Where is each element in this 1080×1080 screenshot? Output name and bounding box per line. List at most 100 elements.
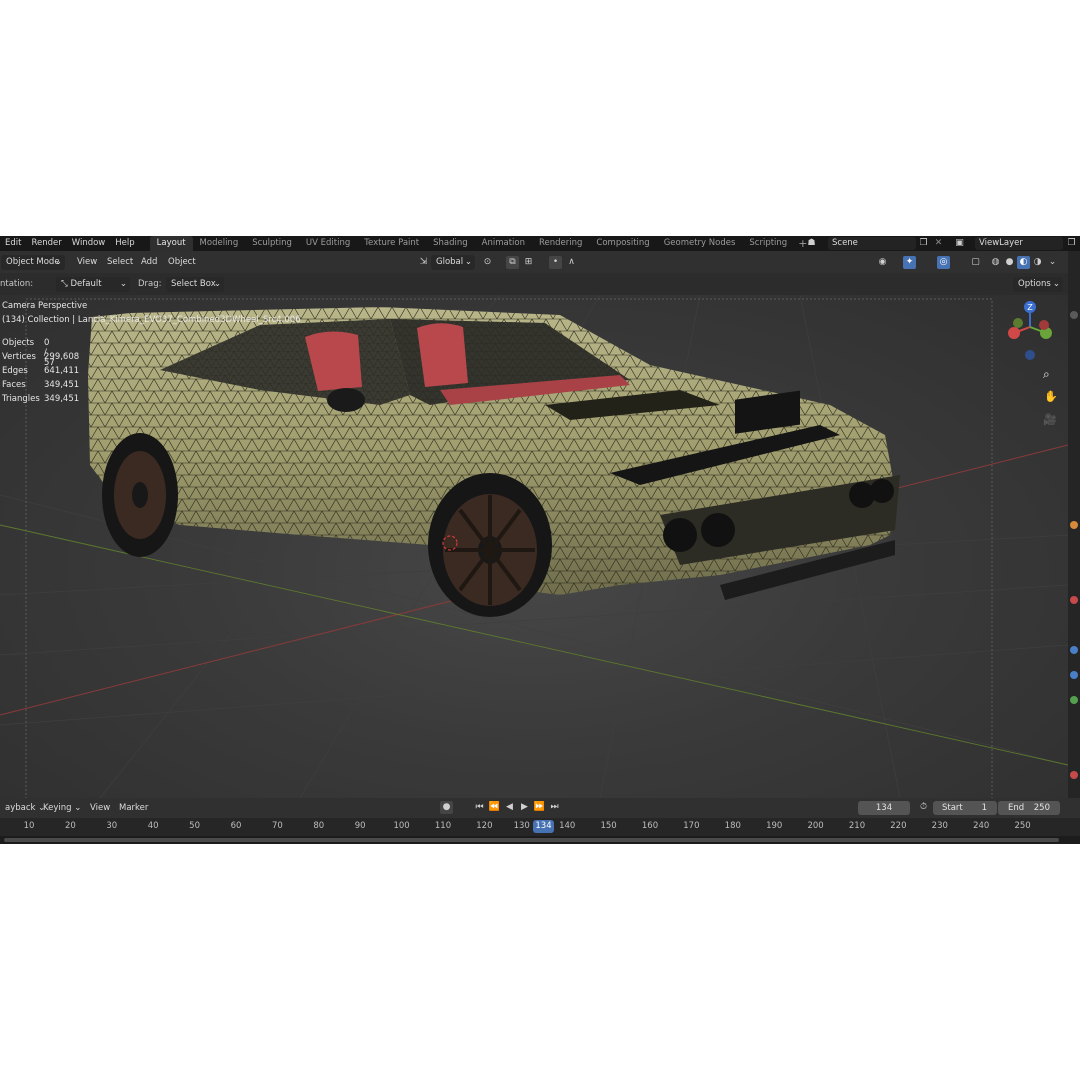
options-dropdown[interactable]: Options ⌄ [1013, 277, 1063, 292]
playback-label: ayback [5, 803, 36, 813]
tab-geometry-nodes[interactable]: Geometry Nodes [657, 236, 743, 251]
zoom-icon[interactable]: ⌕ [1043, 367, 1050, 382]
visibility-icon[interactable]: ◉ [876, 256, 889, 269]
frame-tick: 40 [147, 821, 159, 831]
frame-tick: 250 [1014, 821, 1031, 831]
tab-modeling[interactable]: Modeling [193, 236, 246, 251]
physics-icon[interactable] [1070, 646, 1078, 654]
view-layer-name: ViewLayer [979, 238, 1023, 248]
tab-layout[interactable]: Layout [149, 236, 193, 251]
view-menu[interactable]: View [72, 255, 102, 270]
frame-tick: 30 [106, 821, 118, 831]
add-menu[interactable]: Add [136, 255, 162, 270]
view-layer-selector[interactable]: ViewLayer [975, 237, 1063, 250]
prev-keyframe-icon[interactable]: ⏪ [488, 801, 501, 814]
transform-orientation-icon[interactable]: ⇲ [417, 256, 430, 269]
modifier-icon[interactable] [1070, 521, 1078, 529]
gizmo-neg-x-handle [1039, 320, 1049, 330]
delete-scene-icon[interactable]: ✕ [933, 238, 944, 249]
stat-label: Faces [2, 380, 26, 390]
object-menu[interactable]: Object [163, 255, 201, 270]
tab-compositing[interactable]: Compositing [589, 236, 656, 251]
pan-hand-icon[interactable]: ✋ [1044, 390, 1058, 403]
stat-label: Vertices [2, 352, 36, 362]
stat-objects: Objects 0 / 57 [2, 338, 55, 368]
data-icon[interactable] [1070, 696, 1078, 704]
tab-rendering[interactable]: Rendering [532, 236, 589, 251]
navigation-gizmo[interactable]: Z [1000, 297, 1060, 361]
overlay-icon[interactable]: ◎ [937, 256, 950, 269]
snap-target-icon[interactable]: ⊞ [522, 256, 535, 269]
gizmo-neg-y-handle [1013, 318, 1023, 328]
end-frame-field[interactable]: End 250 [998, 801, 1060, 815]
properties-icon[interactable] [1070, 311, 1078, 319]
menu-help[interactable]: Help [110, 236, 139, 251]
frame-tick: 210 [848, 821, 866, 831]
transform-axes-icon: ⤡ [61, 279, 71, 289]
start-frame-field[interactable]: Start 1 [933, 801, 997, 815]
falloff-icon[interactable]: ∧ [565, 256, 578, 269]
record-icon[interactable]: ● [440, 801, 453, 814]
orientation-dropdown[interactable]: ⤡ Default ⌄ [56, 277, 130, 292]
frame-tick: 240 [973, 821, 990, 831]
rendered-shading-icon[interactable]: ◑ [1031, 256, 1044, 269]
stat-label: Edges [2, 366, 28, 376]
tab-sculpting[interactable]: Sculpting [245, 236, 299, 251]
shading-options-icon[interactable]: ⌄ [1046, 256, 1059, 269]
xray-icon[interactable]: ▢ [969, 256, 982, 269]
keying-menu[interactable]: Keying ⌄ [38, 801, 86, 816]
transform-orientation-dropdown[interactable]: Global ⌄ [431, 255, 475, 270]
view-layer-icon[interactable]: ▣ [954, 238, 965, 249]
tool-settings-bar: ntation: ⤡ Default ⌄ Drag: Select Box ⌄ Op… [0, 273, 1080, 295]
stat-label: Triangles [2, 394, 40, 404]
menu-window[interactable]: Window [67, 236, 111, 251]
timeline-ruler[interactable]: 250 240 230 220 210 200 190 180 170 160 150 140 130 1… [0, 818, 1080, 836]
camera-view-icon[interactable]: 🎥 [1043, 413, 1057, 426]
proportional-edit-icon[interactable]: • [549, 256, 562, 269]
scene-icon[interactable]: ☗ [806, 238, 817, 249]
gizmo-neg-z-handle [1025, 350, 1035, 360]
new-scene-icon[interactable]: ❐ [918, 238, 929, 249]
marker-menu[interactable]: Marker [114, 801, 153, 816]
material-shading-icon[interactable]: ◐ [1017, 256, 1030, 269]
chevron-down-icon: ⌄ [54, 257, 62, 267]
next-keyframe-icon[interactable]: ⏩ [533, 801, 546, 814]
scrollbar-thumb[interactable] [4, 838, 1059, 842]
3d-viewport[interactable]: Camera Perspective (134) Collection | La… [0, 295, 1068, 798]
jump-start-icon[interactable]: ⏮ [473, 801, 486, 814]
tab-uv-editing[interactable]: UV Editing [299, 236, 357, 251]
play-reverse-icon[interactable]: ◀ [503, 801, 516, 814]
frame-tick: 80 [313, 821, 325, 831]
play-icon[interactable]: ▶ [518, 801, 531, 814]
gizmo-icon[interactable]: ✦ [903, 256, 916, 269]
drag-dropdown[interactable]: Select Box ⌄ [166, 277, 224, 292]
tab-texture-paint[interactable]: Texture Paint [357, 236, 426, 251]
pivot-point-icon[interactable]: ⊙ [481, 256, 494, 269]
constraints-icon[interactable] [1070, 671, 1078, 679]
timeline-view-menu[interactable]: View [85, 801, 115, 816]
scene-selector[interactable]: Scene [828, 237, 916, 250]
timeline-scrollbar[interactable] [0, 836, 1080, 844]
tab-animation[interactable]: Animation [475, 236, 532, 251]
clock-icon[interactable]: ⏱ [917, 801, 930, 814]
mode-dropdown[interactable]: Object Mode ⌄ [1, 255, 65, 270]
tab-shading[interactable]: Shading [426, 236, 475, 251]
tab-scripting[interactable]: Scripting [742, 236, 794, 251]
texture-icon[interactable] [1070, 771, 1078, 779]
material-icon[interactable] [1070, 596, 1078, 604]
camera-perspective-label: Camera Perspective [2, 301, 88, 311]
menu-edit[interactable]: Edit [0, 236, 26, 251]
menu-render[interactable]: Render [26, 236, 66, 251]
frame-tick: 110 [434, 821, 452, 831]
wireframe-shading-icon[interactable]: ◍ [989, 256, 1002, 269]
solid-shading-icon[interactable]: ● [1003, 256, 1016, 269]
snap-icon[interactable]: ⧉ [506, 256, 519, 269]
stat-edges: Edges 641,411 [2, 366, 79, 376]
playhead-frame-indicator[interactable]: 134 [533, 820, 554, 833]
new-view-layer-icon[interactable]: ❐ [1066, 238, 1077, 249]
frame-tick: 200 [807, 821, 824, 831]
select-menu[interactable]: Select [102, 255, 138, 270]
current-frame-field[interactable]: 134 [858, 801, 910, 815]
jump-end-icon[interactable]: ⏭ [548, 801, 561, 814]
end-label: End [1008, 803, 1025, 813]
